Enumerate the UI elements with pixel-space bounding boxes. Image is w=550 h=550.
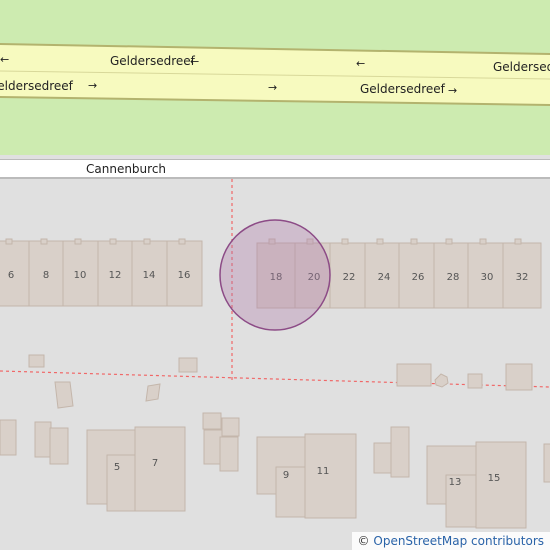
house	[543, 443, 550, 483]
roof-notch	[40, 238, 48, 245]
house-number-label: 26	[412, 272, 425, 283]
roof-notch	[74, 238, 82, 245]
shed	[390, 426, 410, 478]
house-number-label: 15	[488, 473, 501, 484]
roof-notch	[341, 238, 349, 245]
shed	[178, 357, 198, 373]
roof-notch	[514, 238, 522, 245]
shed	[221, 417, 240, 437]
house	[34, 421, 52, 458]
map-attribution: © OpenStreetMap contributors	[351, 532, 550, 550]
house	[475, 441, 527, 529]
house-number-label: 9	[283, 470, 289, 481]
street-label-side: Cannenburch	[86, 162, 166, 176]
house-number-label: 32	[516, 272, 529, 283]
house-number-label: 16	[178, 270, 191, 281]
house-number-label: 11	[317, 466, 330, 477]
house	[0, 240, 30, 307]
shed	[373, 442, 393, 474]
oneway-arrow-icon: ←	[190, 55, 199, 68]
oneway-arrow-icon: ←	[356, 57, 365, 70]
house-number-label: 7	[152, 458, 158, 469]
map-canvas[interactable]: 6 8 10 12 14 16 18 20 22 24 26 28 30 325 79 1113 15 Geld…	[0, 0, 550, 550]
road-label-main-3: Geldersedreef	[0, 79, 74, 93]
shed	[467, 373, 483, 389]
house	[275, 466, 307, 518]
shed	[505, 363, 533, 391]
oneway-arrow-icon: →	[448, 84, 457, 97]
house-number-label: 10	[74, 270, 87, 281]
oneway-arrow-icon: →	[268, 81, 277, 94]
road-label-main-1: Geldersedreef	[110, 54, 196, 68]
house-number-label: 5	[114, 462, 120, 473]
house	[304, 433, 357, 519]
house	[134, 426, 186, 512]
side-street	[0, 160, 550, 177]
roof-notch	[178, 238, 186, 245]
road-label-main-4: Geldersedreef	[360, 82, 446, 96]
house-number-label: 30	[481, 272, 494, 283]
shed	[54, 381, 74, 409]
shed	[28, 354, 45, 368]
road-label-main-2: Geldersedreef	[493, 60, 550, 74]
house-number-label: 12	[109, 270, 122, 281]
roof-notch	[143, 238, 151, 245]
oneway-arrow-icon: →	[88, 79, 97, 92]
house-number-label: 22	[343, 272, 356, 283]
copyright-icon: ©	[357, 534, 370, 548]
house-number-label: 6	[8, 270, 14, 281]
roof-notch	[5, 238, 13, 245]
house	[0, 419, 17, 456]
roof-notch	[109, 238, 117, 245]
shed	[202, 412, 222, 430]
house-number-label: 24	[378, 272, 391, 283]
house-number-label: 14	[143, 270, 156, 281]
house-number-label: 28	[447, 272, 460, 283]
roof-notch	[376, 238, 384, 245]
house	[49, 427, 69, 465]
shed	[145, 383, 161, 402]
roof-notch	[479, 238, 487, 245]
oneway-arrow-icon: ←	[0, 53, 9, 66]
roof-notch	[410, 238, 418, 245]
location-marker[interactable]	[219, 219, 331, 331]
map-view[interactable]: 6 8 10 12 14 16 18 20 22 24 26 28 30 32 5 7 9 11 13 15 Geld…	[0, 0, 550, 550]
shed	[219, 436, 239, 472]
roof-notch	[445, 238, 453, 245]
house-number-label: 13	[449, 477, 462, 488]
attribution-link[interactable]: OpenStreetMap contributors	[373, 534, 544, 548]
shed	[396, 363, 432, 387]
shed	[203, 429, 223, 465]
house-number-label: 8	[43, 270, 49, 281]
house	[106, 454, 136, 512]
